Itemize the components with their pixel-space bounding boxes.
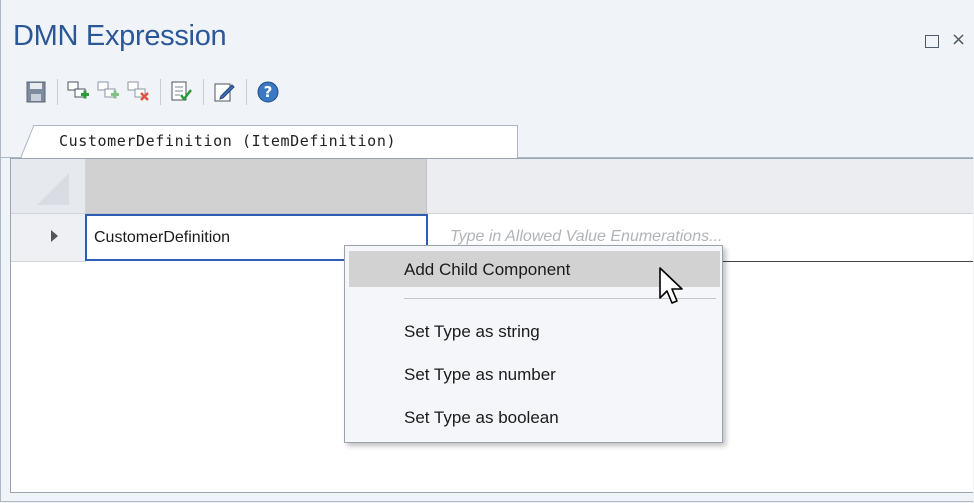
toolbar-separator	[57, 79, 58, 105]
tab-slant-edge	[21, 125, 35, 158]
add-component-icon[interactable]	[66, 79, 92, 105]
menu-item-set-type-string[interactable]: Set Type as string	[345, 313, 722, 349]
grid-corner-header[interactable]	[11, 159, 86, 214]
save-icon[interactable]	[23, 79, 49, 105]
add-child-component-icon[interactable]	[96, 79, 122, 105]
allowed-values-placeholder: Type in Allowed Value Enumerations...	[450, 228, 723, 245]
window-title: DMN Expression	[13, 20, 227, 52]
edit-icon[interactable]	[212, 79, 238, 105]
grid-column-header-name[interactable]	[86, 159, 427, 214]
tab-label: CustomerDefinition (ItemDefinition)	[59, 132, 397, 150]
row-header[interactable]	[11, 214, 86, 262]
close-icon[interactable]: ×	[951, 29, 966, 50]
menu-item-label: Set Type as number	[404, 365, 556, 384]
tab-strip: CustomerDefinition (ItemDefinition)	[1, 125, 973, 158]
menu-item-label: Set Type as string	[404, 322, 540, 341]
toolbar: ?	[23, 77, 285, 107]
toolbar-separator	[160, 79, 161, 105]
menu-item-set-type-boolean[interactable]: Set Type as boolean	[345, 399, 722, 435]
toolbar-separator	[246, 79, 247, 105]
svg-text:?: ?	[264, 83, 273, 101]
delete-component-icon[interactable]	[126, 79, 152, 105]
mouse-pointer-icon	[659, 267, 683, 304]
dmn-expression-window: DMN Expression × ? CustomerDefinition (I…	[0, 0, 973, 502]
component-name-text: CustomerDefinition	[94, 229, 231, 246]
menu-item-label: Set Type as boolean	[404, 408, 559, 427]
toolbar-separator	[203, 79, 204, 105]
restore-icon[interactable]	[925, 35, 939, 48]
help-icon[interactable]: ?	[255, 79, 281, 105]
current-row-arrow-icon	[51, 230, 58, 242]
grid-column-header-enumerations[interactable]	[427, 159, 973, 214]
menu-item-set-type-number[interactable]: Set Type as number	[345, 356, 722, 392]
menu-item-label: Add Child Component	[404, 260, 571, 279]
validate-icon[interactable]	[169, 79, 195, 105]
